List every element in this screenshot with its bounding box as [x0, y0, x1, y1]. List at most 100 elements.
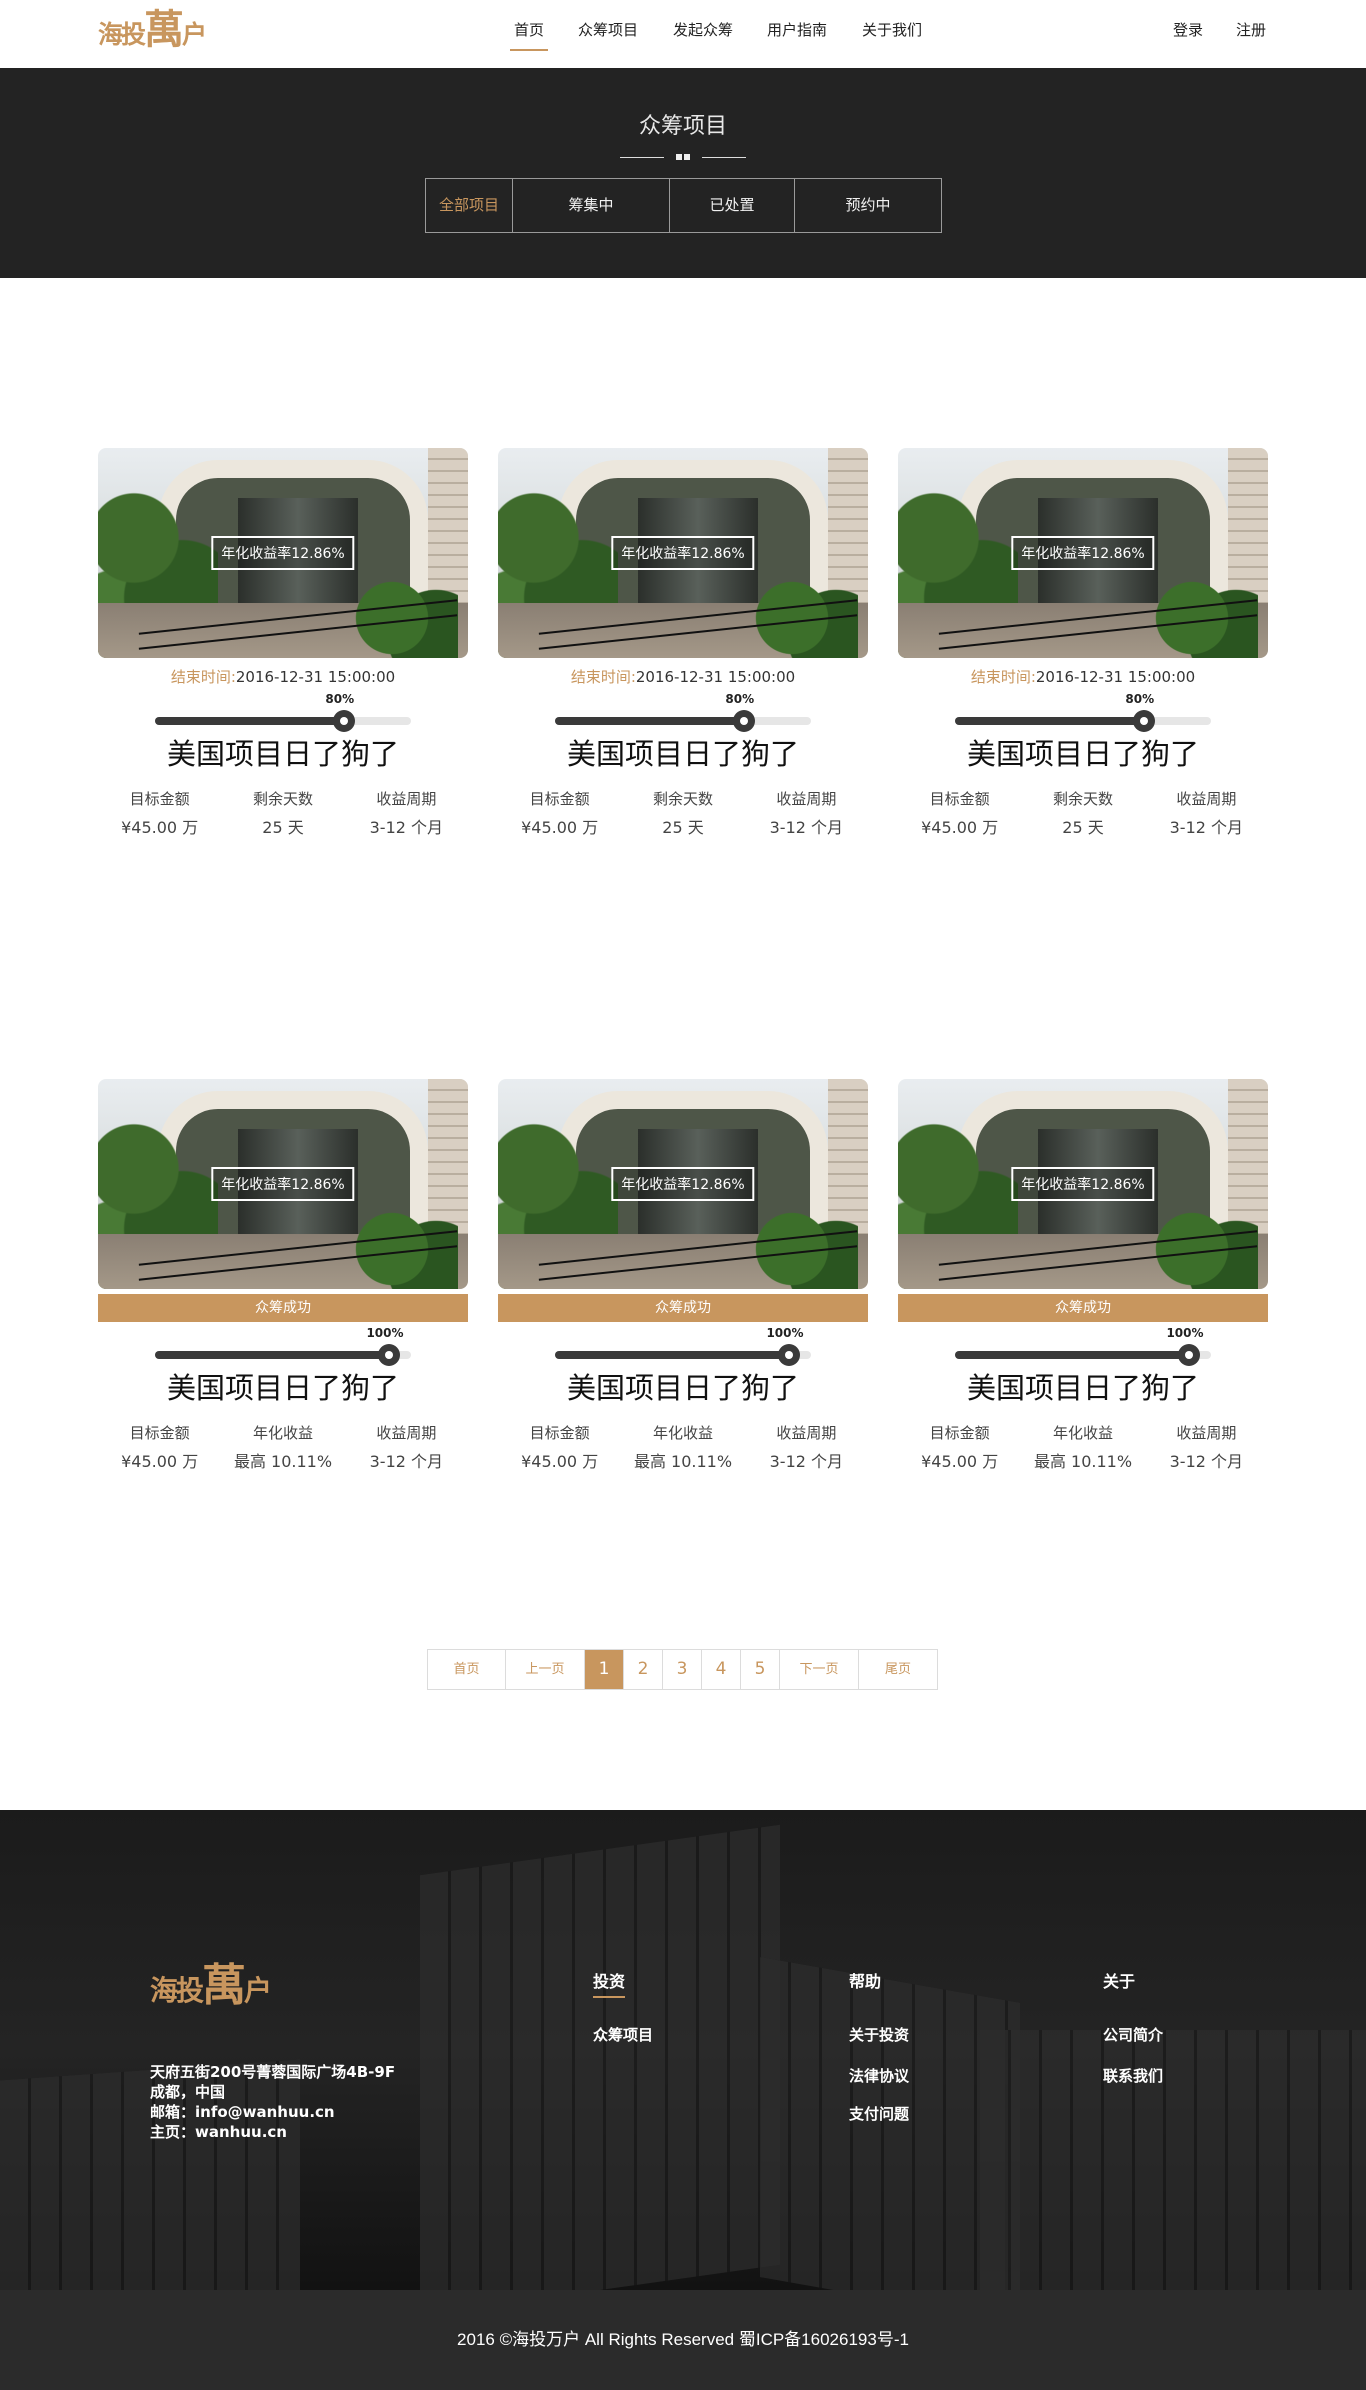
page-last[interactable]: 尾页 [859, 1650, 937, 1689]
nav-user-guide[interactable]: 用户指南 [765, 19, 829, 49]
end-time: 结束时间:2016-12-31 15:00:00 [498, 666, 868, 688]
logo-part: 海投 [98, 20, 146, 49]
project-card[interactable]: 年化收益率12.86% 结束时间:2016-12-31 15:00:00 80%… [498, 448, 868, 838]
nav-crowdfunding-projects[interactable]: 众筹项目 [576, 19, 640, 49]
filter-reserved[interactable]: 预约中 [795, 179, 941, 232]
stat-label: 收益周期 [776, 790, 837, 808]
project-card[interactable]: 年化收益率12.86% 众筹成功 100% 美国项目日了狗了 目标金额 ¥45.0… [98, 1079, 468, 1472]
yield-rate-badge: 年化收益率12.86% [211, 1167, 355, 1201]
stat-value: ¥45.00 万 [121, 818, 199, 837]
end-time-value: 2016-12-31 15:00:00 [1035, 668, 1196, 686]
footer-col-about-title: 关于 [1103, 1972, 1136, 1991]
project-image[interactable]: 年化收益率12.86% [98, 1079, 468, 1289]
register-link[interactable]: 注册 [1236, 19, 1266, 40]
project-image[interactable]: 年化收益率12.86% [498, 448, 868, 658]
stat-label: 目标金额 [929, 790, 990, 808]
stat-label: 剩余天数 [652, 790, 713, 808]
page-first[interactable]: 首页 [428, 1650, 506, 1689]
pagination: 首页 上一页 1 2 3 4 5 下一页 尾页 [427, 1649, 938, 1690]
project-image[interactable]: 年化收益率12.86% [898, 1079, 1268, 1289]
project-title[interactable]: 美国项目日了狗了 [498, 734, 868, 774]
funding-progress: 80% [555, 692, 811, 732]
stat-label: 收益周期 [376, 790, 437, 808]
project-card[interactable]: 年化收益率12.86% 结束时间:2016-12-31 15:00:00 80%… [98, 448, 468, 838]
page-next[interactable]: 下一页 [780, 1650, 859, 1689]
project-filter-tabs: 全部项目 筹集中 已处置 预约中 [425, 178, 942, 233]
filter-all-projects[interactable]: 全部项目 [426, 179, 513, 232]
stat-value: 最高 10.11% [233, 1452, 333, 1471]
project-stats: 目标金额 ¥45.00 万 剩余天数 25 天 收益周期 3-12 个月 [898, 788, 1268, 838]
project-title[interactable]: 美国项目日了狗了 [98, 1368, 468, 1408]
yield-rate-badge: 年化收益率12.86% [611, 1167, 755, 1201]
stat-label: 目标金额 [129, 790, 190, 808]
page-number[interactable]: 5 [741, 1650, 780, 1689]
status-badge: 众筹成功 [898, 1294, 1268, 1322]
project-image[interactable]: 年化收益率12.86% [898, 448, 1268, 658]
stat-value: ¥45.00 万 [521, 818, 599, 837]
page-prev[interactable]: 上一页 [506, 1650, 585, 1689]
end-time: 结束时间:2016-12-31 15:00:00 [98, 666, 468, 688]
project-stats: 目标金额 ¥45.00 万 剩余天数 25 天 收益周期 3-12 个月 [498, 788, 868, 838]
status-badge: 众筹成功 [98, 1294, 468, 1322]
footer-address: 天府五街200号菁蓉国际广场4B-9F 成都，中国 邮箱：info@wanhuu… [150, 2062, 395, 2142]
stat-label: 剩余天数 [1052, 790, 1113, 808]
stat-label: 收益周期 [776, 1424, 837, 1442]
footer-logo: 海投 萬 户 [150, 1960, 272, 2011]
top-navbar: 海投 萬 户 首页 众筹项目 发起众筹 用户指南 关于我们 登录 注册 [0, 0, 1366, 68]
project-title[interactable]: 美国项目日了狗了 [898, 1368, 1268, 1408]
stat-value: 3-12 个月 [1169, 818, 1244, 837]
project-card[interactable]: 年化收益率12.86% 结束时间:2016-12-31 15:00:00 80%… [898, 448, 1268, 838]
site-logo[interactable]: 海投 萬 户 [98, 10, 207, 50]
footer-link[interactable]: 联系我们 [1103, 2065, 1163, 2086]
progress-percent: 80% [725, 692, 755, 706]
stat-label: 目标金额 [929, 1424, 990, 1442]
stat-label: 收益周期 [1176, 790, 1237, 808]
nav-about-us[interactable]: 关于我们 [860, 19, 924, 49]
page-banner: 众筹项目 全部项目 筹集中 已处置 预约中 [0, 68, 1366, 278]
project-stats: 目标金额 ¥45.00 万 年化收益 最高 10.11% 收益周期 3-12 个月 [98, 1422, 468, 1472]
funding-progress: 100% [555, 1326, 811, 1366]
stat-label: 年化收益 [652, 1424, 713, 1442]
project-title[interactable]: 美国项目日了狗了 [498, 1368, 868, 1408]
footer-link[interactable]: 法律协议 [849, 2065, 909, 2086]
email-line: 邮箱：info@wanhuu.cn [150, 2103, 335, 2121]
project-title[interactable]: 美国项目日了狗了 [98, 734, 468, 774]
footer-col-help-title: 帮助 [849, 1972, 882, 1991]
stat-label: 收益周期 [1176, 1424, 1237, 1442]
end-time-label: 结束时间: [970, 668, 1036, 686]
progress-knob [778, 1344, 800, 1366]
logo-part: 萬 [202, 1960, 246, 2011]
filter-disposed[interactable]: 已处置 [670, 179, 795, 232]
project-card[interactable]: 年化收益率12.86% 众筹成功 100% 美国项目日了狗了 目标金额 ¥45.0… [898, 1079, 1268, 1472]
progress-percent: 100% [366, 1326, 404, 1340]
address-line: 成都，中国 [150, 2083, 226, 2101]
project-image[interactable]: 年化收益率12.86% [98, 448, 468, 658]
page-number[interactable]: 2 [624, 1650, 663, 1689]
stat-label: 年化收益 [1052, 1424, 1113, 1442]
footer-link[interactable]: 众筹项目 [593, 2024, 653, 2045]
footer-link[interactable]: 支付问题 [849, 2103, 909, 2124]
progress-knob [732, 710, 755, 732]
page-number[interactable]: 3 [663, 1650, 702, 1689]
project-card[interactable]: 年化收益率12.86% 众筹成功 100% 美国项目日了狗了 目标金额 ¥45.0… [498, 1079, 868, 1472]
footer-link[interactable]: 关于投资 [849, 2024, 909, 2045]
project-stats: 目标金额 ¥45.00 万 年化收益 最高 10.11% 收益周期 3-12 个月 [498, 1422, 868, 1472]
stat-value: 3-12 个月 [369, 818, 444, 837]
project-image[interactable]: 年化收益率12.86% [498, 1079, 868, 1289]
filter-fundraising[interactable]: 筹集中 [513, 179, 670, 232]
logo-part: 户 [182, 20, 207, 49]
page-number[interactable]: 4 [702, 1650, 741, 1689]
project-stats: 目标金额 ¥45.00 万 剩余天数 25 天 收益周期 3-12 个月 [98, 788, 468, 838]
yield-rate-badge: 年化收益率12.86% [611, 536, 755, 570]
end-time-value: 2016-12-31 15:00:00 [235, 668, 396, 686]
stat-label: 收益周期 [376, 1424, 437, 1442]
project-title[interactable]: 美国项目日了狗了 [898, 734, 1268, 774]
login-link[interactable]: 登录 [1173, 19, 1203, 40]
page-number[interactable]: 1 [585, 1650, 624, 1689]
nav-start-crowdfunding[interactable]: 发起众筹 [671, 19, 735, 49]
logo-part: 户 [244, 1974, 272, 2007]
yield-rate-badge: 年化收益率12.86% [1011, 536, 1155, 570]
nav-home[interactable]: 首页 [510, 19, 548, 51]
footer-col-invest-title: 投资 [593, 1968, 626, 1998]
footer-link[interactable]: 公司简介 [1103, 2024, 1163, 2045]
